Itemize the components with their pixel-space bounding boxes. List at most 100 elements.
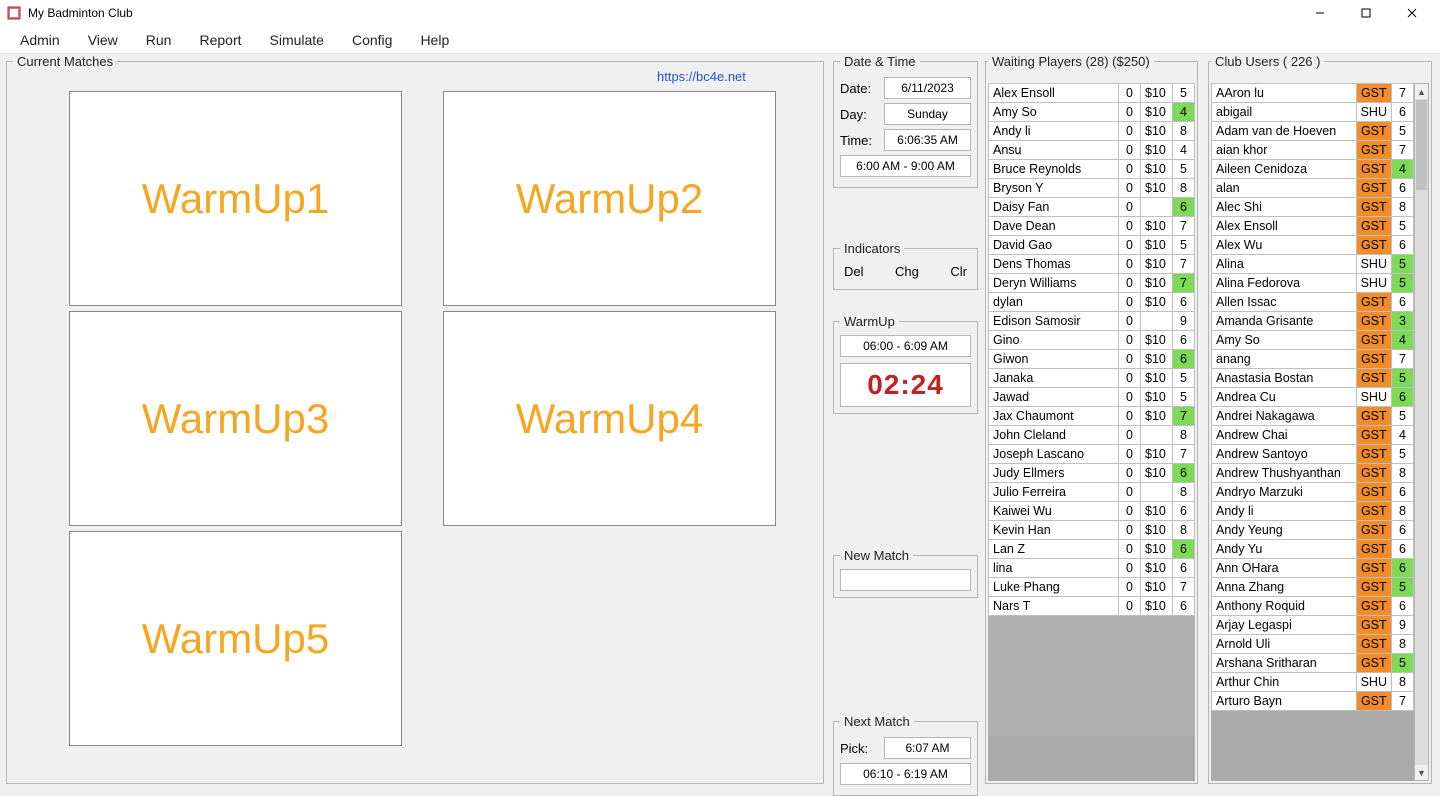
table-row[interactable]: aian khorGST7 xyxy=(1212,141,1414,160)
table-row[interactable]: abigailSHU6 xyxy=(1212,103,1414,122)
table-row[interactable]: Joseph Lascano0$107 xyxy=(989,445,1195,464)
table-row[interactable]: Kevin Han0$108 xyxy=(989,521,1195,540)
table-row[interactable]: Luke Phang0$107 xyxy=(989,578,1195,597)
table-row[interactable]: Andrew ThushyanthanGST8 xyxy=(1212,464,1414,483)
table-row[interactable]: David Gao0$105 xyxy=(989,236,1195,255)
close-button[interactable] xyxy=(1390,0,1434,26)
table-row[interactable]: Dave Dean0$107 xyxy=(989,217,1195,236)
court-1[interactable]: WarmUp1 xyxy=(69,91,402,306)
scroll-thumb[interactable] xyxy=(1416,100,1427,190)
table-row[interactable]: Jawad0$105 xyxy=(989,388,1195,407)
table-row[interactable]: Gino0$106 xyxy=(989,331,1195,350)
table-row[interactable]: Amy So0$104 xyxy=(989,103,1195,122)
table-row[interactable]: Edison Samosir09 xyxy=(989,312,1195,331)
table-row[interactable]: Andrei NakagawaGST5 xyxy=(1212,407,1414,426)
minimize-button[interactable] xyxy=(1298,0,1342,26)
table-row[interactable]: Judy Ellmers0$106 xyxy=(989,464,1195,483)
maximize-button[interactable] xyxy=(1344,0,1388,26)
table-row[interactable]: Alec ShiGST8 xyxy=(1212,198,1414,217)
col-level: 7 xyxy=(1173,445,1195,464)
table-row[interactable]: dylan0$106 xyxy=(989,293,1195,312)
user-tag: GST xyxy=(1356,198,1391,217)
table-row[interactable]: Anna ZhangGST5 xyxy=(1212,578,1414,597)
table-row[interactable]: Janaka0$105 xyxy=(989,369,1195,388)
user-name: Andy li xyxy=(1212,502,1357,521)
col-1: 0 xyxy=(1119,464,1141,483)
table-row[interactable]: Bryson Y0$108 xyxy=(989,179,1195,198)
table-row[interactable]: Andryo MarzukiGST6 xyxy=(1212,483,1414,502)
table-row[interactable]: Amanda GrisanteGST3 xyxy=(1212,312,1414,331)
user-name: Anthony Roquid xyxy=(1212,597,1357,616)
user-tag: GST xyxy=(1356,331,1391,350)
table-row[interactable]: Amy SoGST4 xyxy=(1212,331,1414,350)
table-row[interactable]: Andy YeungGST6 xyxy=(1212,521,1414,540)
table-row[interactable]: Arjay LegaspiGST9 xyxy=(1212,616,1414,635)
court-5[interactable]: WarmUp5 xyxy=(69,531,402,746)
court-3[interactable]: WarmUp3 xyxy=(69,311,402,526)
scroll-down-icon[interactable]: ▼ xyxy=(1415,765,1428,780)
table-row[interactable]: Arnold UliGST8 xyxy=(1212,635,1414,654)
menu-simulate[interactable]: Simulate xyxy=(260,28,334,52)
table-row[interactable]: Giwon0$106 xyxy=(989,350,1195,369)
user-level: 6 xyxy=(1392,103,1414,122)
menu-report[interactable]: Report xyxy=(189,28,251,52)
table-row[interactable]: Alex WuGST6 xyxy=(1212,236,1414,255)
table-row[interactable]: Anastasia BostanGST5 xyxy=(1212,369,1414,388)
table-row[interactable]: Anthony RoquidGST6 xyxy=(1212,597,1414,616)
user-tag: GST xyxy=(1356,122,1391,141)
table-row[interactable]: Julio Ferreira08 xyxy=(989,483,1195,502)
table-row[interactable]: John Cleland08 xyxy=(989,426,1195,445)
table-row[interactable]: Andy liGST8 xyxy=(1212,502,1414,521)
table-row[interactable]: Daisy Fan06 xyxy=(989,198,1195,217)
table-row[interactable]: Alina FedorovaSHU5 xyxy=(1212,274,1414,293)
player-name: Nars T xyxy=(989,597,1119,616)
table-row[interactable]: lina0$106 xyxy=(989,559,1195,578)
table-row[interactable]: Andrew ChaiGST4 xyxy=(1212,426,1414,445)
table-row[interactable]: Lan Z0$106 xyxy=(989,540,1195,559)
table-row[interactable]: Dens Thomas0$107 xyxy=(989,255,1195,274)
menu-help[interactable]: Help xyxy=(410,28,459,52)
table-row[interactable]: Arshana SritharanGST5 xyxy=(1212,654,1414,673)
scroll-up-icon[interactable]: ▲ xyxy=(1415,84,1428,99)
club-users-table[interactable]: AAron luGST7abigailSHU6Adam van de Hoeve… xyxy=(1211,83,1414,711)
waiting-players-table[interactable]: Alex Ensoll0$105Amy So0$104Andy li0$108A… xyxy=(988,83,1195,736)
table-row[interactable]: Allen IssacGST6 xyxy=(1212,293,1414,312)
table-row[interactable]: Aileen CenidozaGST4 xyxy=(1212,160,1414,179)
table-row[interactable]: Andrea CuSHU6 xyxy=(1212,388,1414,407)
table-row[interactable]: Kaiwei Wu0$106 xyxy=(989,502,1195,521)
table-row[interactable]: Adam van de HoevenGST5 xyxy=(1212,122,1414,141)
menu-admin[interactable]: Admin xyxy=(10,28,70,52)
player-name: Joseph Lascano xyxy=(989,445,1119,464)
table-row[interactable]: Nars T0$106 xyxy=(989,597,1195,616)
court-4[interactable]: WarmUp4 xyxy=(443,311,776,526)
user-name: Anastasia Bostan xyxy=(1212,369,1357,388)
window-buttons xyxy=(1298,0,1434,26)
menu-run[interactable]: Run xyxy=(136,28,182,52)
table-row[interactable]: alanGST6 xyxy=(1212,179,1414,198)
menu-config[interactable]: Config xyxy=(342,28,402,52)
user-level: 6 xyxy=(1392,540,1414,559)
table-row[interactable]: Andrew SantoyoGST5 xyxy=(1212,445,1414,464)
table-row[interactable]: AAron luGST7 xyxy=(1212,84,1414,103)
table-row[interactable]: Ann OHaraGST6 xyxy=(1212,559,1414,578)
table-row[interactable]: Deryn Williams0$107 xyxy=(989,274,1195,293)
table-row[interactable]: Alex EnsollGST5 xyxy=(1212,217,1414,236)
table-row[interactable]: Jax Chaumont0$107 xyxy=(989,407,1195,426)
table-row[interactable]: Alex Ensoll0$105 xyxy=(989,84,1195,103)
club-users-legend: Club Users ( 226 ) xyxy=(1211,54,1324,69)
table-row[interactable]: Andy YuGST6 xyxy=(1212,540,1414,559)
court-2[interactable]: WarmUp2 xyxy=(443,91,776,306)
table-row[interactable]: Andy li0$108 xyxy=(989,122,1195,141)
club-users-scrollbar[interactable]: ▲ ▼ xyxy=(1414,83,1429,781)
table-row[interactable]: anangGST7 xyxy=(1212,350,1414,369)
new-match-input[interactable] xyxy=(840,569,971,591)
table-row[interactable]: AlinaSHU5 xyxy=(1212,255,1414,274)
menu-view[interactable]: View xyxy=(78,28,128,52)
user-name: Adam van de Hoeven xyxy=(1212,122,1357,141)
col-1: 0 xyxy=(1119,559,1141,578)
table-row[interactable]: Ansu0$104 xyxy=(989,141,1195,160)
table-row[interactable]: Arturo BaynGST7 xyxy=(1212,692,1414,711)
table-row[interactable]: Arthur ChinSHU8 xyxy=(1212,673,1414,692)
col-fee: $10 xyxy=(1141,578,1173,597)
table-row[interactable]: Bruce Reynolds0$105 xyxy=(989,160,1195,179)
